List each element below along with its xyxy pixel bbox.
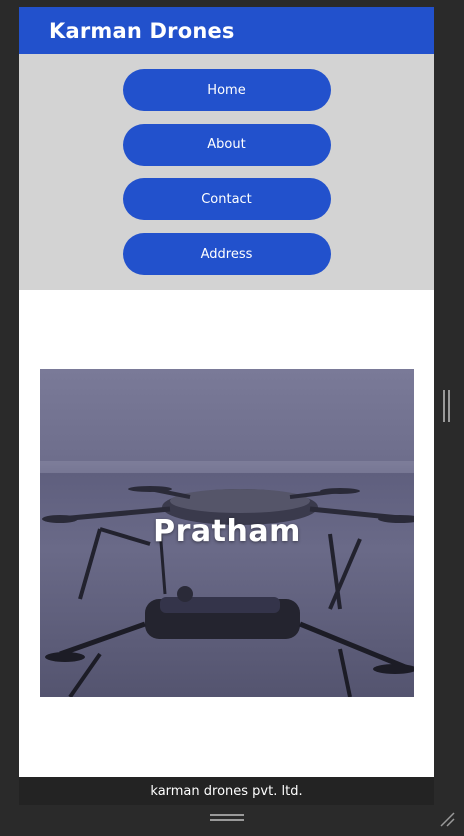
vertical-resize-handle[interactable]: [443, 390, 451, 422]
hero-banner: Pratham: [40, 369, 414, 697]
nav-contact-button[interactable]: Contact: [122, 178, 331, 221]
device-viewport: Karman Drones Home About Contact Address: [19, 7, 434, 805]
hero-title: Pratham: [153, 514, 301, 549]
resize-corner-icon[interactable]: [438, 810, 456, 828]
footer-text: karman drones pvt. ltd.: [150, 783, 303, 799]
brand-title[interactable]: Karman Drones: [49, 19, 235, 43]
site-footer: karman drones pvt. ltd.: [19, 777, 434, 805]
main-content: Pratham: [19, 290, 434, 784]
nav-about-button[interactable]: About: [122, 123, 331, 166]
nav-home-button[interactable]: Home: [122, 69, 331, 111]
horizontal-resize-handle[interactable]: [210, 814, 244, 822]
nav-address-button[interactable]: Address: [122, 233, 331, 276]
site-header: Karman Drones: [19, 7, 434, 54]
nav-menu: Home About Contact Address: [19, 54, 434, 290]
